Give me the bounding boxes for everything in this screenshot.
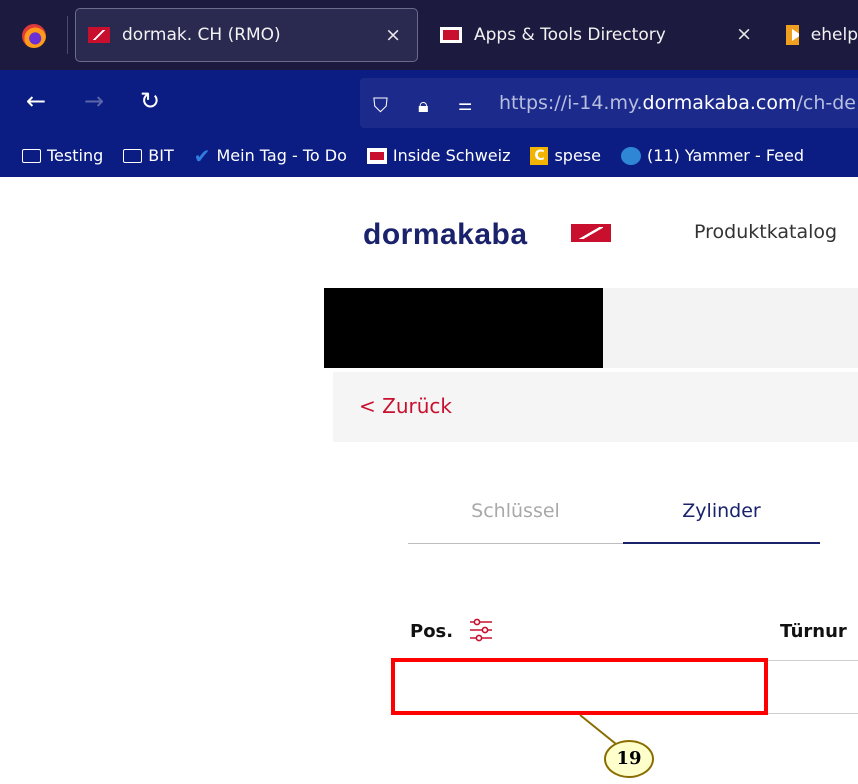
bookmark-label: (11) Yammer - Feed xyxy=(646,146,804,165)
filter-sliders-icon[interactable] xyxy=(468,617,494,643)
close-tab-icon[interactable]: × xyxy=(736,23,752,45)
browser-chrome: dormak. CH (RMO) × Apps & Tools Director… xyxy=(0,0,858,177)
folder-icon xyxy=(123,148,143,163)
bookmark-yammer[interactable]: (11) Yammer - Feed xyxy=(620,146,804,165)
checkmark-icon: ✔ xyxy=(193,143,211,168)
dormakaba-favicon-icon xyxy=(366,147,387,164)
forward-arrow-icon[interactable]: → xyxy=(84,87,104,115)
back-link[interactable]: < Zurück xyxy=(359,394,452,418)
bookmark-testing[interactable]: Testing xyxy=(22,146,103,165)
bookmarks-bar: Testing BIT ✔ Mein Tag - To Do Inside Sc… xyxy=(0,134,858,177)
tab-title: ehelp xyxy=(810,25,858,45)
back-arrow-icon[interactable]: ← xyxy=(26,87,46,115)
shield-icon[interactable]: ⛉ xyxy=(373,93,388,117)
dormakaba-favicon-icon xyxy=(88,27,110,43)
bookmark-label: Inside Schweiz xyxy=(392,146,511,165)
browser-tab-ehelp[interactable]: ehelp xyxy=(778,8,858,62)
lock-icon[interactable]: 🔒︎ xyxy=(418,93,429,117)
permissions-icon[interactable]: ⚌ xyxy=(458,95,472,114)
browser-tab-apps-tools[interactable]: Apps & Tools Directory × xyxy=(428,8,768,62)
dormakaba-favicon-icon xyxy=(440,27,462,43)
yammer-icon xyxy=(620,146,641,165)
tab-title: Apps & Tools Directory xyxy=(474,25,666,45)
c-logo-icon: C xyxy=(530,146,549,165)
header-banner xyxy=(603,288,858,368)
folder-icon xyxy=(22,148,41,163)
bookmark-label: Testing xyxy=(47,146,104,165)
url-bar[interactable]: ⛉ 🔒︎ ⚌ https://i-14.my.dormakaba.com/ch-… xyxy=(360,78,858,128)
dormakaba-logo[interactable]: dormakaba xyxy=(363,218,528,252)
nav-produktkatalog[interactable]: Produktkatalog xyxy=(694,221,837,243)
tab-zylinder[interactable]: Zylinder xyxy=(623,500,820,544)
table-row-divider xyxy=(768,660,858,661)
dormakaba-logo-mark-icon[interactable] xyxy=(571,224,611,242)
tab-separator xyxy=(67,16,68,54)
highlight-box xyxy=(391,658,768,715)
firefox-menu-icon[interactable] xyxy=(22,24,46,48)
bookmark-label: BIT xyxy=(148,146,174,165)
reload-icon[interactable]: ↻ xyxy=(140,87,160,115)
tab-schluessel[interactable]: Schlüssel xyxy=(408,500,623,544)
navigation-bar: ← → ↻ ⛉ 🔒︎ ⚌ https://i-14.my.dormakaba.c… xyxy=(0,70,858,134)
bookmark-mein-tag[interactable]: ✔ Mein Tag - To Do xyxy=(194,144,347,168)
tab-strip: dormak. CH (RMO) × Apps & Tools Director… xyxy=(0,0,858,70)
bookmark-label: spese xyxy=(554,146,601,165)
column-header-pos[interactable]: Pos. xyxy=(410,621,453,642)
bookmark-spese[interactable]: C spese xyxy=(530,146,601,165)
close-tab-icon[interactable]: × xyxy=(385,24,401,46)
browser-tab-dormakaba[interactable]: dormak. CH (RMO) × xyxy=(75,8,418,62)
callout-badge: 19 xyxy=(604,740,654,778)
redacted-block xyxy=(324,288,603,368)
column-header-tuernummer[interactable]: Türnur xyxy=(780,621,847,642)
play-favicon-icon xyxy=(786,25,799,45)
tab-title: dormak. CH (RMO) xyxy=(122,25,281,45)
bookmark-bit[interactable]: BIT xyxy=(123,146,174,165)
url-text[interactable]: https://i-14.my.dormakaba.com/ch-de xyxy=(499,92,856,114)
bookmark-label: Mein Tag - To Do xyxy=(216,146,347,165)
bookmark-inside-schweiz[interactable]: Inside Schweiz xyxy=(366,146,511,165)
